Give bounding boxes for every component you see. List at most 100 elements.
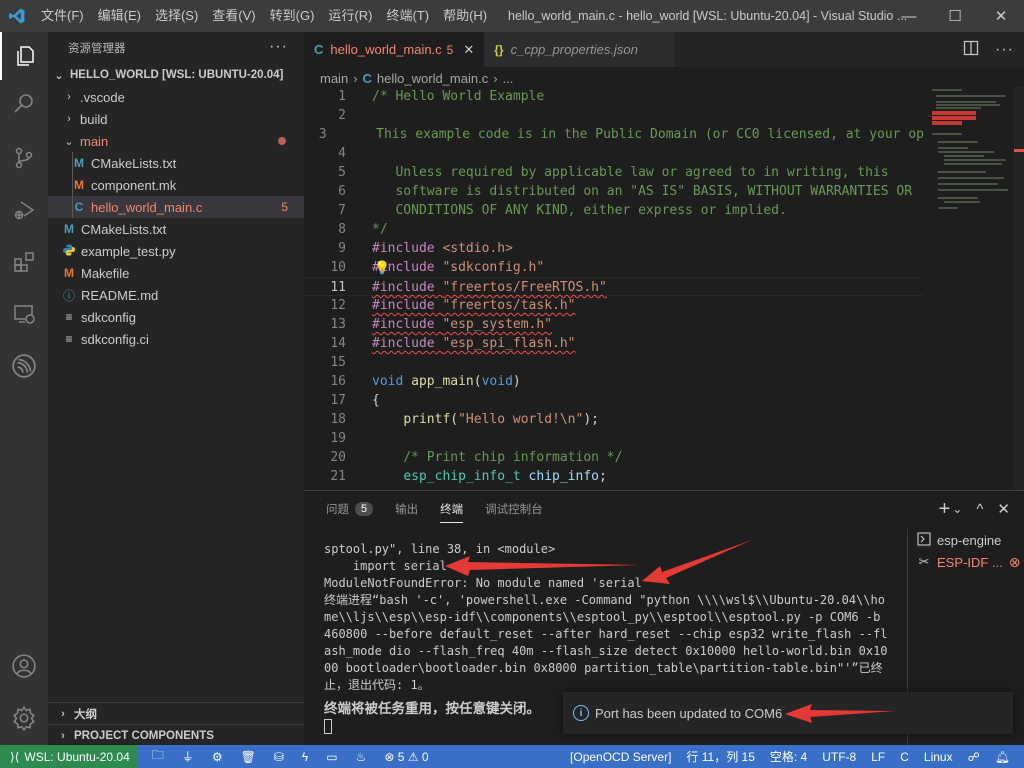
code-line: 8 */ bbox=[304, 220, 924, 239]
end-of-line[interactable]: LF bbox=[871, 750, 885, 764]
menu-run[interactable]: 运行(R) bbox=[321, 0, 379, 32]
menu-go[interactable]: 转到(G) bbox=[263, 0, 322, 32]
tree-item-label: sdkconfig bbox=[81, 309, 136, 325]
close-window-button[interactable]: ✕ bbox=[978, 0, 1024, 32]
preprocessor: #include bbox=[372, 298, 435, 313]
problems-indicator[interactable]: ⊗ 5 ⚠ 0 bbox=[384, 750, 428, 764]
tree-file-hello-world-main[interactable]: C hello_world_main.c 5 bbox=[48, 196, 304, 218]
tree-folder-main[interactable]: ⌄ main bbox=[48, 130, 304, 152]
line-number: 16 bbox=[330, 374, 346, 389]
extensions-icon[interactable] bbox=[0, 238, 48, 286]
tree-file-example-test[interactable]: example_test.py bbox=[48, 240, 304, 262]
openocd-server[interactable]: [OpenOCD Server] bbox=[570, 750, 671, 764]
breadcrumb-file[interactable]: hello_world_main.c bbox=[377, 71, 488, 86]
line-text bbox=[346, 429, 372, 448]
code-editor[interactable]: 1 /* Hello World Example 2 3 This example… bbox=[304, 87, 924, 490]
split-editor-icon[interactable] bbox=[963, 40, 979, 59]
search-icon[interactable] bbox=[0, 80, 48, 128]
remote-indicator[interactable]: ⟩⟨ WSL: Ubuntu-20.04 bbox=[0, 745, 138, 768]
line-text: { bbox=[372, 393, 380, 408]
plug-icon[interactable]: ⏚ bbox=[182, 748, 194, 765]
line-number: 15 bbox=[330, 355, 346, 370]
more-actions-icon[interactable]: ··· bbox=[995, 41, 1014, 59]
tab-c-cpp-properties[interactable]: {} c_cpp_properties.json bbox=[484, 32, 675, 67]
account-icon[interactable] bbox=[0, 642, 48, 690]
terminal-item-esp-engine[interactable]: esp-engine bbox=[916, 529, 1024, 551]
tab-debug-console[interactable]: 调试控制台 bbox=[485, 491, 543, 527]
source-control-icon[interactable] bbox=[0, 134, 48, 182]
breadcrumb-folder[interactable]: main bbox=[320, 71, 348, 86]
database-icon[interactable]: ⛁ bbox=[274, 750, 284, 764]
tree-folder-build[interactable]: › build bbox=[48, 108, 304, 130]
tree-file-cmakelists[interactable]: M CMakeLists.txt bbox=[48, 218, 304, 240]
chevron-right-icon: › bbox=[61, 707, 65, 720]
settings-gear-icon[interactable] bbox=[0, 694, 48, 742]
tree-file-sdkconfig[interactable]: ≡ sdkconfig bbox=[48, 306, 304, 328]
menu-terminal[interactable]: 终端(T) bbox=[379, 0, 436, 32]
tree-file-sdkconfig-ci[interactable]: ≡ sdkconfig.ci bbox=[48, 328, 304, 350]
flash-icon[interactable]: ϟ bbox=[302, 750, 308, 764]
close-tab-icon[interactable]: ✕ bbox=[463, 42, 474, 58]
chevron-down-icon: ⌄ bbox=[54, 69, 64, 82]
tree-file-component-mk[interactable]: M component.mk bbox=[48, 174, 304, 196]
notification-toast[interactable]: i Port has been updated to COM6 bbox=[563, 692, 1013, 734]
editor-scrollbar[interactable] bbox=[1014, 87, 1024, 490]
tab-terminal[interactable]: 终端 bbox=[440, 491, 464, 527]
new-terminal-button[interactable]: + bbox=[939, 498, 951, 521]
minimap[interactable] bbox=[924, 87, 1014, 490]
line-number: 19 bbox=[330, 431, 346, 446]
tree-item-label: sdkconfig.ci bbox=[81, 331, 149, 347]
feedback-icon[interactable]: ☍ bbox=[968, 750, 980, 764]
maximize-button[interactable]: ☐ bbox=[932, 0, 978, 32]
tab-label: 调试控制台 bbox=[485, 504, 543, 516]
tree-file-makefile[interactable]: M Makefile bbox=[48, 262, 304, 284]
menu-file[interactable]: 文件(F) bbox=[34, 0, 91, 32]
menu-selection[interactable]: 选择(S) bbox=[148, 0, 205, 32]
cursor-position[interactable]: 行 11，列 15 bbox=[686, 748, 754, 765]
line-number: 9 bbox=[338, 241, 346, 256]
include-path: "freertos/task.h" bbox=[442, 298, 576, 313]
remote-explorer-icon[interactable] bbox=[0, 290, 48, 338]
tab-output[interactable]: 输出 bbox=[395, 491, 418, 527]
error-icon: ⊗ bbox=[384, 749, 395, 764]
tab-problems[interactable]: 问题 5 bbox=[326, 491, 374, 527]
flame-icon[interactable]: ♨ bbox=[356, 750, 367, 764]
tree-folder-vscode[interactable]: › .vscode bbox=[48, 86, 304, 108]
explorer-title-text: 资源管理器 bbox=[68, 43, 126, 55]
code-line: 14 #include "esp_spi_flash.h" bbox=[304, 334, 924, 353]
monitor-icon[interactable]: ▭ bbox=[326, 750, 337, 764]
minimize-button[interactable]: — bbox=[886, 0, 932, 32]
language-mode[interactable]: C bbox=[900, 750, 909, 764]
explorer-icon[interactable] bbox=[0, 32, 48, 80]
line-number: 3 bbox=[318, 127, 327, 142]
run-debug-icon[interactable] bbox=[0, 186, 48, 234]
encoding[interactable]: UTF-8 bbox=[822, 750, 856, 764]
project-components-section[interactable]: › PROJECT COMPONENTS bbox=[48, 724, 304, 746]
notifications-bell-icon[interactable]: 🔔︎ bbox=[995, 750, 1010, 764]
tree-file-main-cmakelists[interactable]: M CMakeLists.txt bbox=[48, 152, 304, 174]
espressif-icon[interactable] bbox=[0, 342, 48, 390]
more-actions-button[interactable]: ··· bbox=[269, 38, 288, 56]
line-text bbox=[346, 353, 372, 372]
menu-help[interactable]: 帮助(H) bbox=[436, 0, 494, 32]
folder-icon[interactable]: 🗀 bbox=[152, 746, 164, 767]
trash-icon[interactable]: 🗑 bbox=[241, 750, 256, 764]
terminal-dropdown-icon[interactable]: ⌄ bbox=[952, 502, 962, 516]
menu-edit[interactable]: 编辑(E) bbox=[91, 0, 148, 32]
line-number: 12 bbox=[330, 298, 346, 313]
tree-file-readme[interactable]: ⓘ README.md bbox=[48, 284, 304, 306]
maximize-panel-button[interactable]: ^ bbox=[976, 501, 983, 518]
tab-hello-world-main[interactable]: C hello_world_main.c 5 ✕ bbox=[304, 32, 485, 67]
menu-view[interactable]: 查看(V) bbox=[205, 0, 262, 32]
terminal-item-esp-idf[interactable]: ✂ ESP-IDF ... ⊗ bbox=[916, 551, 1024, 573]
line-number: 7 bbox=[338, 203, 346, 218]
indentation[interactable]: 空格: 4 bbox=[770, 748, 807, 765]
gear-icon[interactable]: ⚙ bbox=[212, 750, 223, 764]
close-panel-button[interactable]: ✕ bbox=[997, 500, 1010, 518]
breadcrumb-symbol[interactable]: ... bbox=[503, 71, 514, 86]
code-line: 1 /* Hello World Example bbox=[304, 87, 924, 106]
lightbulb-icon[interactable]: 💡 bbox=[374, 259, 390, 278]
workspace-root[interactable]: ⌄ HELLO_WORLD [WSL: UBUNTU-20.04] bbox=[48, 64, 304, 86]
outline-section[interactable]: › 大纲 bbox=[48, 702, 304, 724]
platform[interactable]: Linux bbox=[924, 750, 953, 764]
